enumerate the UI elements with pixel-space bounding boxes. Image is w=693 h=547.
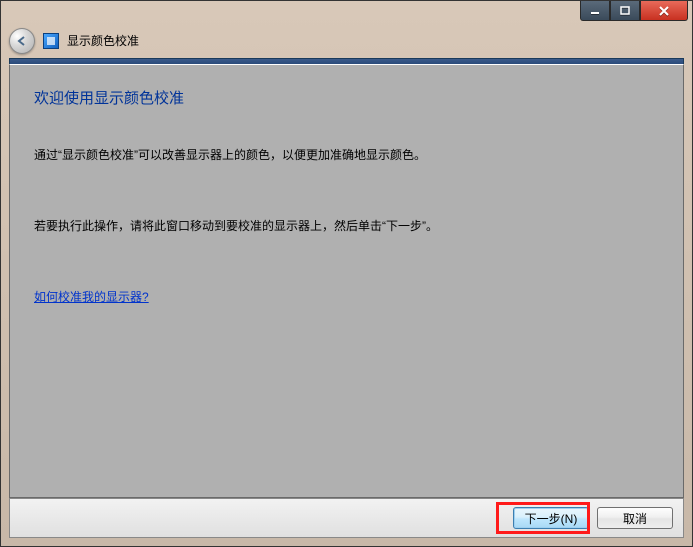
arrow-left-icon bbox=[15, 34, 29, 48]
cancel-button[interactable]: 取消 bbox=[597, 507, 673, 529]
page-heading: 欢迎使用显示颜色校准 bbox=[34, 87, 659, 108]
app-icon bbox=[43, 33, 59, 49]
next-button[interactable]: 下一步(N) bbox=[513, 507, 589, 529]
close-button[interactable] bbox=[640, 1, 688, 21]
paragraph-2: 若要执行此操作，请将此窗口移动到要校准的显示器上，然后单击“下一步”。 bbox=[34, 217, 659, 236]
back-button[interactable] bbox=[9, 28, 35, 54]
paragraph-1: 通过“显示颜色校准”可以改善显示器上的颜色，以便更加准确地显示颜色。 bbox=[34, 146, 659, 165]
footer-bar: 下一步(N) 取消 bbox=[9, 498, 684, 538]
maximize-button[interactable] bbox=[610, 1, 640, 21]
content-inner: 欢迎使用显示颜色校准 通过“显示颜色校准”可以改善显示器上的颜色，以便更加准确地… bbox=[10, 65, 683, 327]
content-area: 欢迎使用显示颜色校准 通过“显示颜色校准”可以改善显示器上的颜色，以便更加准确地… bbox=[9, 64, 684, 498]
minimize-button[interactable] bbox=[580, 1, 610, 21]
window-frame: 显示颜色校准 欢迎使用显示颜色校准 通过“显示颜色校准”可以改善显示器上的颜色，… bbox=[0, 0, 693, 547]
header-row: 显示颜色校准 bbox=[1, 23, 692, 58]
window-title: 显示颜色校准 bbox=[67, 32, 139, 49]
caption-buttons bbox=[580, 1, 688, 21]
help-link[interactable]: 如何校准我的显示器? bbox=[34, 290, 149, 304]
titlebar bbox=[1, 1, 692, 23]
